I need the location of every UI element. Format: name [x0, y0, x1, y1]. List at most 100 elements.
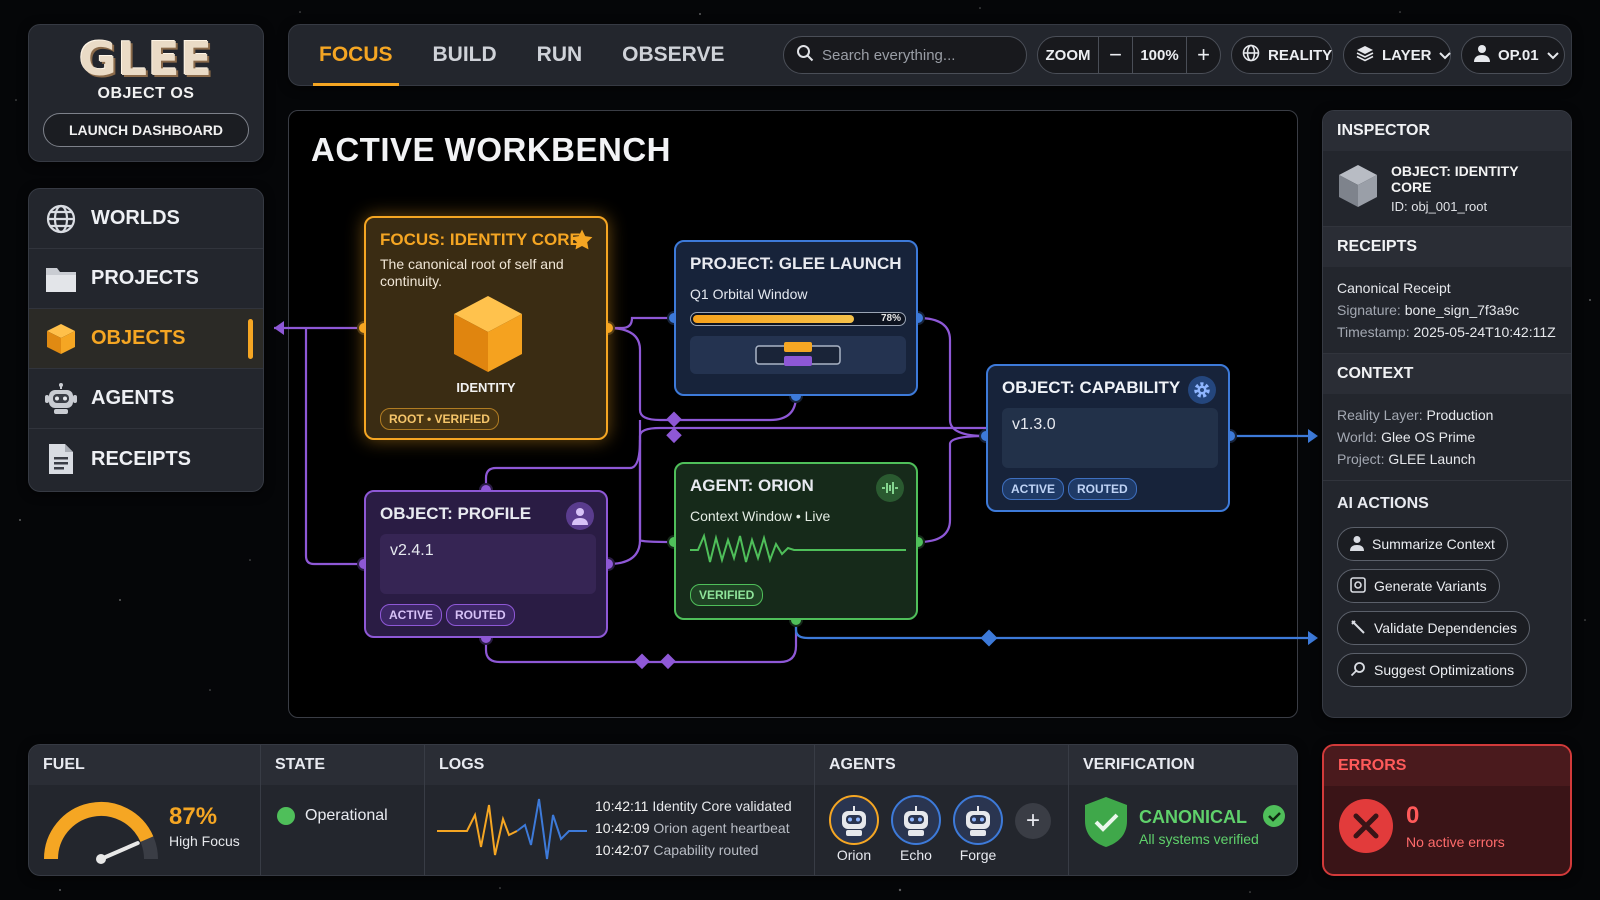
sidebar-item-worlds[interactable]: WORLDS — [29, 189, 263, 249]
tab-focus[interactable]: FOCUS — [299, 24, 413, 86]
search-icon — [796, 44, 814, 67]
agent-avatar-orion[interactable]: Orion — [829, 795, 879, 863]
signal-waveform — [690, 532, 906, 564]
robot-icon — [829, 795, 879, 845]
sidebar-item-projects[interactable]: PROJECTS — [29, 249, 263, 309]
button-label: Summarize Context — [1372, 536, 1495, 552]
star-icon[interactable] — [570, 228, 594, 257]
status-badge: ROOT • VERIFIED — [380, 408, 499, 430]
validate-dependencies-button[interactable]: Validate Dependencies — [1337, 611, 1530, 645]
fuel-title: FUEL — [29, 745, 260, 785]
layer-label: LAYER — [1382, 46, 1432, 64]
suggest-optimizations-button[interactable]: Suggest Optimizations — [1337, 653, 1528, 687]
inspector-object-name: OBJECT: IDENTITY CORE — [1391, 163, 1519, 195]
robot-icon — [891, 795, 941, 845]
image-icon — [1350, 576, 1366, 596]
status-badge-routed: ROUTED — [446, 604, 515, 626]
node-object-capability[interactable]: OBJECT: CAPABILITY v1.3.0 ACTIVE ROUTED — [986, 364, 1230, 512]
reality-value: Production — [1426, 407, 1494, 423]
gear-icon[interactable] — [1188, 376, 1216, 404]
agents-title: AGENTS — [815, 745, 1068, 785]
globe-icon — [1242, 44, 1260, 66]
zoom-in-button[interactable]: + — [1186, 37, 1220, 73]
wrench-icon — [1350, 619, 1366, 638]
tab-observe[interactable]: OBSERVE — [602, 24, 744, 86]
logs-title: LOGS — [425, 745, 814, 785]
sidebar-item-label: WORLDS — [91, 207, 180, 229]
errors-title: ERRORS — [1324, 746, 1570, 786]
sidebar-item-receipts[interactable]: RECEIPTS — [29, 429, 263, 489]
project-key: Project: — [1337, 451, 1385, 467]
user-icon — [1350, 535, 1364, 554]
log-text: Capability routed — [653, 842, 759, 858]
zoom-control: ZOOM − 100% + — [1037, 36, 1221, 74]
fuel-cell: FUEL 87% High Focus — [29, 745, 261, 875]
node-subtitle: Q1 Orbital Window — [690, 286, 808, 302]
document-icon — [43, 441, 79, 477]
log-entry: 10:42:07 Capability routed — [595, 839, 792, 861]
fuel-value: 87% — [169, 803, 218, 830]
inspector-title: INSPECTOR — [1323, 111, 1571, 151]
tab-run[interactable]: RUN — [517, 24, 603, 86]
agent-avatar-echo[interactable]: Echo — [891, 795, 941, 863]
log-time: 10:42:09 — [595, 820, 650, 836]
agent-avatar-forge[interactable]: Forge — [953, 795, 1003, 863]
node-agent-orion[interactable]: AGENT: ORION Context Window • Live VERIF… — [674, 462, 918, 620]
agent-name: Echo — [900, 847, 932, 863]
agent-name: Orion — [836, 847, 872, 863]
launch-dashboard-button[interactable]: LAUNCH DASHBOARD — [43, 113, 249, 147]
top-navigation-bar: FOCUS BUILD RUN OBSERVE ZOOM − 100% + RE… — [288, 24, 1572, 86]
waveform-icon[interactable] — [876, 474, 904, 502]
inspector-object-id: ID: obj_001_root — [1391, 199, 1488, 214]
version-field: v1.3.0 — [1002, 408, 1218, 468]
status-badge-active: ACTIVE — [380, 604, 443, 626]
tab-build[interactable]: BUILD — [413, 24, 517, 86]
button-label: Generate Variants — [1374, 578, 1487, 594]
sidebar-item-agents[interactable]: AGENTS — [29, 369, 263, 429]
status-badge-active: ACTIVE — [1002, 478, 1065, 500]
node-focus-identity-core[interactable]: FOCUS: IDENTITY CORE The canonical root … — [364, 216, 608, 440]
sidebar: WORLDS PROJECTS OBJECTS AGENTS RECEIPTS — [28, 188, 264, 492]
progress-fill — [693, 315, 855, 323]
progress-text: 78% — [880, 313, 901, 324]
cube-label: IDENTITY — [456, 380, 516, 395]
check-circle-icon — [1263, 805, 1285, 832]
version-field: v2.4.1 — [380, 534, 596, 594]
robot-icon — [43, 381, 79, 417]
node-subtitle: Context Window • Live — [690, 508, 831, 524]
node-title: AGENT: ORION — [690, 476, 814, 495]
shield-check-icon — [1083, 795, 1129, 854]
timestamp-key: Timestamp: — [1337, 324, 1410, 340]
summarize-context-button[interactable]: Summarize Context — [1337, 527, 1508, 561]
log-waveform — [437, 798, 587, 860]
sidebar-item-objects[interactable]: OBJECTS — [29, 309, 263, 369]
zoom-out-button[interactable]: − — [1098, 37, 1132, 73]
layers-icon — [1356, 44, 1374, 66]
chevron-down-icon — [1439, 47, 1452, 64]
agent-name: Forge — [959, 847, 997, 863]
agents-cell: AGENTS Orion Echo Forge + — [815, 745, 1069, 875]
user-menu[interactable]: OP.01 — [1461, 36, 1565, 74]
reality-label: REALITY — [1268, 46, 1333, 64]
rocket-module-icon — [690, 336, 906, 374]
robot-icon — [953, 795, 1003, 845]
generate-variants-button[interactable]: Generate Variants — [1337, 569, 1500, 603]
verification-sub: All systems verified — [1139, 831, 1259, 847]
sidebar-item-label: AGENTS — [91, 387, 175, 409]
reality-button[interactable]: REALITY — [1231, 36, 1333, 74]
user-icon[interactable] — [566, 502, 594, 530]
workbench-title: ACTIVE WORKBENCH — [311, 131, 671, 168]
add-agent-button[interactable]: + — [1015, 803, 1051, 839]
errors-panel: ERRORS 0 No active errors — [1322, 744, 1572, 876]
sidebar-item-label: PROJECTS — [91, 267, 199, 289]
brand-panel: GLEE OBJECT OS LAUNCH DASHBOARD — [28, 24, 264, 162]
log-entry: 10:42:09 Orion agent heartbeat — [595, 817, 792, 839]
chevron-down-icon — [1546, 47, 1559, 64]
layer-dropdown[interactable]: LAYER — [1343, 36, 1452, 74]
search-input[interactable] — [822, 46, 1012, 64]
node-description: The canonical root of self and continuit… — [380, 256, 564, 289]
node-object-profile[interactable]: OBJECT: PROFILE v2.4.1 ACTIVE ROUTED — [364, 490, 608, 638]
fuel-label: High Focus — [169, 833, 240, 849]
status-dot-icon — [277, 807, 295, 825]
node-project-glee-launch[interactable]: PROJECT: GLEE LAUNCH Q1 Orbital Window 7… — [674, 240, 918, 396]
